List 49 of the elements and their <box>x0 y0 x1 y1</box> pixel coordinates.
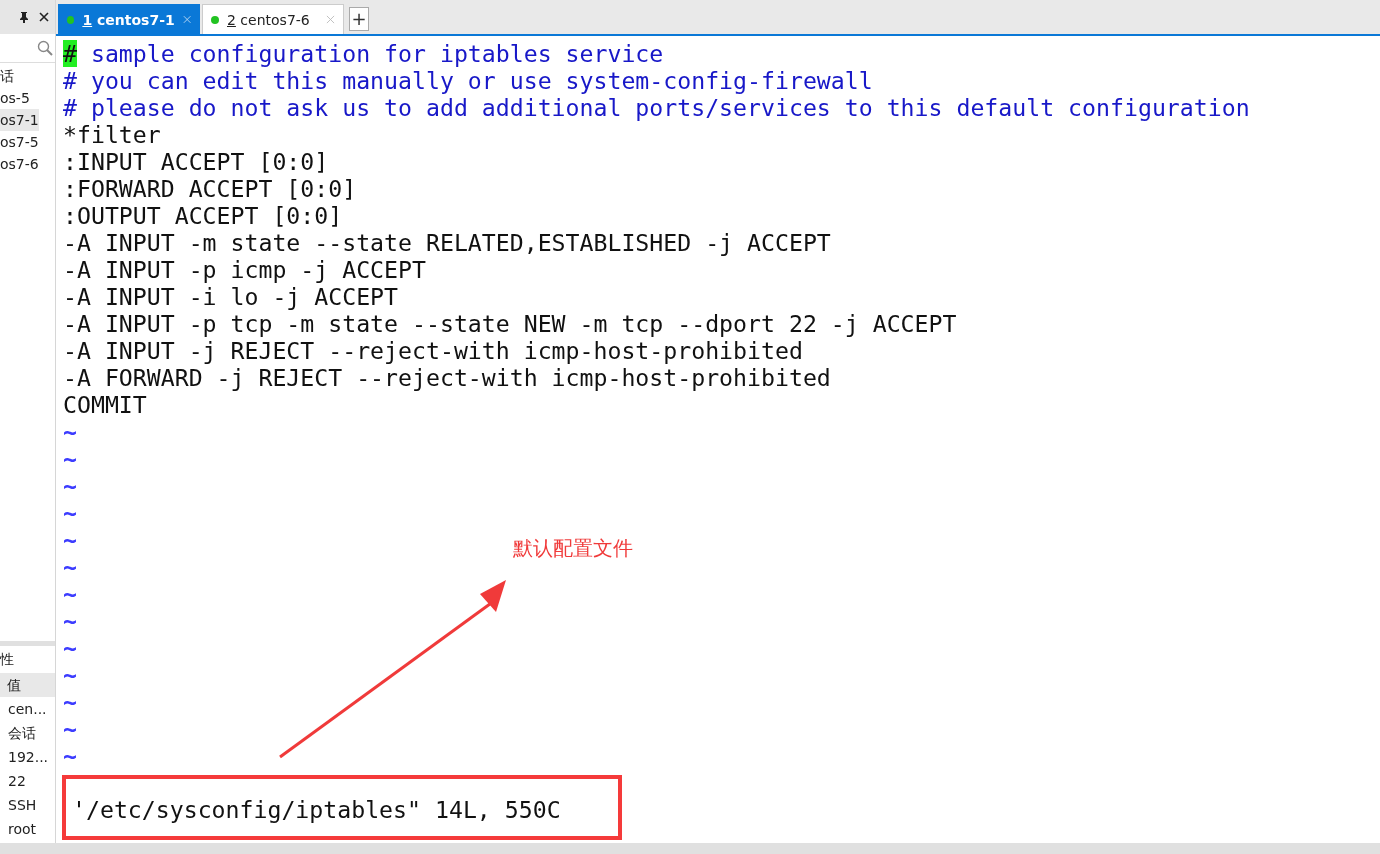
code-line: # you can edit this manually or use system-config-firewall <box>63 67 873 94</box>
empty-line-marker: ~ <box>63 742 77 769</box>
code-line: -A INPUT -i lo -j ACCEPT <box>63 283 399 310</box>
property-value: 22 <box>7 772 27 791</box>
annotation-label: 默认配置文件 <box>513 535 633 562</box>
empty-line-marker: ~ <box>63 526 77 553</box>
session-item[interactable]: os-5 <box>0 87 39 109</box>
empty-line-marker: ~ <box>63 688 77 715</box>
tab[interactable]: 2 centos7-6 <box>202 4 344 34</box>
session-item[interactable]: os7-6 <box>0 153 39 175</box>
empty-line-marker: ~ <box>63 472 77 499</box>
code-line: sample configuration for iptables service <box>89 40 664 67</box>
empty-line-marker: ~ <box>63 553 77 580</box>
code-line: -A INPUT -m state --state RELATED,ESTABLISHED -j ACCEPT <box>63 229 831 256</box>
column-header[interactable]: 值 <box>0 673 55 697</box>
code-line: # please do not ask us to add additional ports/services to this default configuration <box>63 94 1250 121</box>
empty-line-marker: ~ <box>63 634 77 661</box>
code-line: COMMIT <box>63 391 147 418</box>
session-item[interactable]: os7-5 <box>0 131 39 153</box>
code-line: :FORWARD ACCEPT [0:0] <box>63 175 357 202</box>
search-icon[interactable] <box>37 40 53 56</box>
empty-line-marker: ~ <box>63 661 77 688</box>
code-line: *filter <box>63 121 161 148</box>
code-line: -A FORWARD -j REJECT --reject-with icmp-host-prohibited <box>63 364 831 391</box>
empty-line-marker: ~ <box>63 580 77 607</box>
empty-line-marker: ~ <box>63 607 77 634</box>
empty-line-marker: ~ <box>63 418 77 445</box>
text-cursor: # <box>63 40 77 67</box>
empty-line-marker: ~ <box>63 445 77 472</box>
panel-title: 性 <box>0 650 15 669</box>
pin-icon[interactable] <box>19 11 29 23</box>
property-value: 会话 <box>7 724 37 743</box>
property-value: SSH <box>7 796 38 815</box>
code-line: :INPUT ACCEPT [0:0] <box>63 148 329 175</box>
session-item[interactable]: os7-1 <box>0 109 39 131</box>
code-line: -A INPUT -j REJECT --reject-with icmp-host-prohibited <box>63 337 803 364</box>
session-item[interactable]: 话 <box>0 65 39 87</box>
status-message: '/etc/sysconfig/iptables" 14L, 550C <box>72 796 561 823</box>
empty-line-marker: ~ <box>63 499 77 526</box>
close-icon[interactable] <box>39 12 49 22</box>
code-line: -A INPUT -p icmp -j ACCEPT <box>63 256 426 283</box>
property-value: cen... <box>7 700 48 719</box>
code-line: -A INPUT -p tcp -m state --state NEW -m tcp --dport 22 -j ACCEPT <box>63 310 957 337</box>
code-line: :OUTPUT ACCEPT [0:0] <box>63 202 343 229</box>
property-value: 192... <box>7 748 50 767</box>
tab[interactable]: 1 centos7-1 <box>58 4 200 34</box>
empty-line-marker: ~ <box>63 715 77 742</box>
add-tab-button[interactable]: + <box>349 7 369 31</box>
property-value: root <box>7 820 38 839</box>
